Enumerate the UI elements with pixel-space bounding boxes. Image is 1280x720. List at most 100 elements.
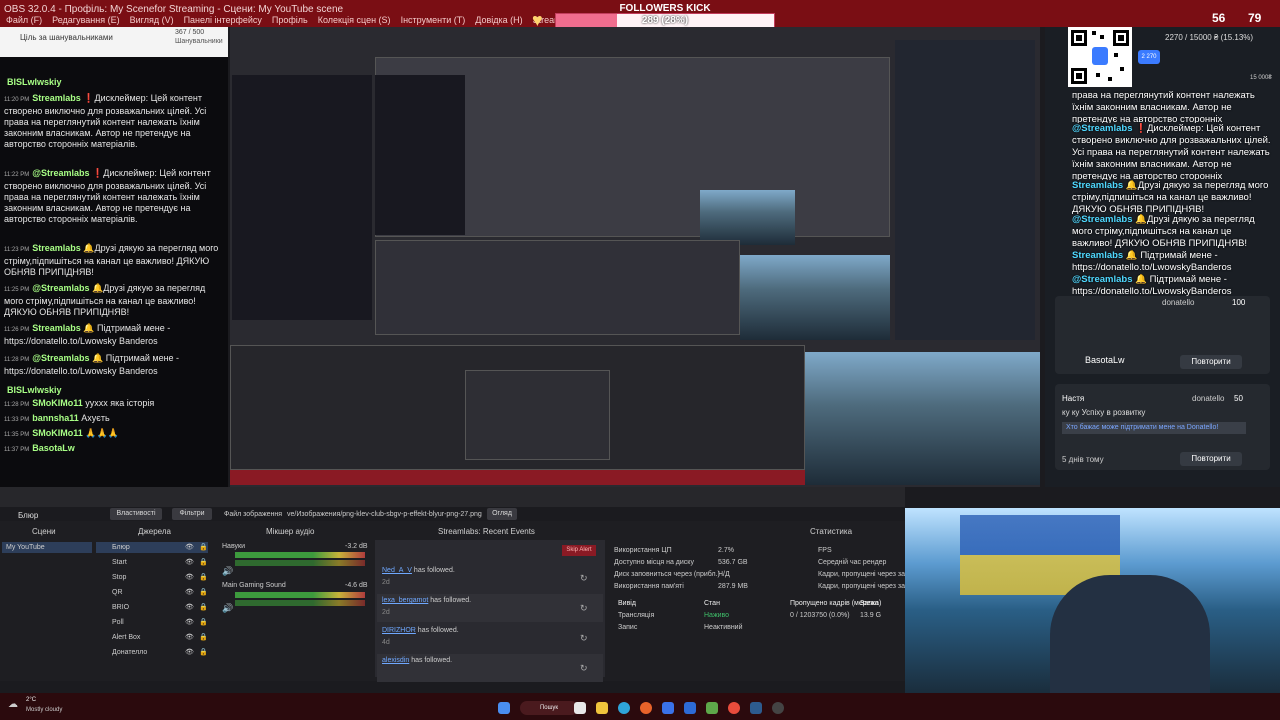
chat-username[interactable]: BasotaLw: [32, 443, 75, 453]
event-action: has followed.: [430, 597, 472, 604]
filters-button[interactable]: Фільтри: [172, 508, 212, 520]
webcam-person: [1050, 575, 1210, 693]
firefox-icon[interactable]: [640, 702, 652, 714]
lock-icon[interactable]: 🔒: [199, 633, 208, 641]
source-item[interactable]: Блюр: [112, 544, 130, 551]
viewer-count: 56: [1212, 11, 1226, 25]
obs-icon[interactable]: [772, 702, 784, 714]
event-username[interactable]: alexisdin: [382, 657, 409, 664]
replay-icon[interactable]: ↻: [580, 663, 588, 674]
source-item[interactable]: Alert Box: [112, 634, 140, 641]
browse-button[interactable]: Огляд: [487, 508, 517, 520]
event-username[interactable]: lexa_bergamot: [382, 597, 428, 604]
properties-button[interactable]: Властивості: [110, 508, 162, 520]
replay-icon[interactable]: ↻: [580, 633, 588, 644]
steam-icon[interactable]: [750, 702, 762, 714]
repeat-button-1[interactable]: Повторити: [1180, 355, 1242, 369]
source-item[interactable]: BRIO: [112, 604, 129, 611]
mixer-meter-2b: [235, 600, 365, 606]
chat-username[interactable]: Streamlabs: [32, 323, 81, 333]
chat-username[interactable]: SMoKIMo11: [32, 428, 83, 438]
menu-bar: Файл (F) Редагування (E) Вигляд (V) Панелі …: [0, 13, 578, 27]
replay-icon[interactable]: ↻: [580, 573, 588, 584]
lock-icon[interactable]: 🔒: [199, 588, 208, 596]
menu-item[interactable]: Колекція сцен (S): [318, 13, 391, 27]
menu-item[interactable]: Файл (F): [6, 13, 42, 27]
skip-alert-button[interactable]: Skip Alert: [562, 545, 596, 556]
chat-username[interactable]: bannsha11: [32, 413, 79, 423]
source-item[interactable]: Start: [112, 559, 127, 566]
chat-username[interactable]: SMoKIMo11: [32, 398, 83, 408]
chat-username[interactable]: Streamlabs: [32, 93, 81, 103]
chat-username[interactable]: @Streamlabs: [32, 168, 89, 178]
lock-icon[interactable]: 🔒: [199, 648, 208, 656]
donation-2-sub: Хто бажає може підтримати мене на Donate…: [1062, 422, 1246, 434]
sources-dock-title: Джерела: [138, 527, 171, 536]
scene-item[interactable]: My YouTube: [6, 544, 45, 551]
lock-icon[interactable]: 🔒: [199, 618, 208, 626]
source-item[interactable]: QR: [112, 589, 123, 596]
start-icon[interactable]: [498, 702, 510, 714]
chat-username[interactable]: @Streamlabs: [32, 283, 89, 293]
image-file-path[interactable]: ve/Изображения/png-klev-club-sbgv-p-effe…: [287, 511, 482, 518]
qr-code: [1068, 27, 1132, 87]
menu-item[interactable]: Інструменти (T): [401, 13, 466, 27]
edge-icon[interactable]: [618, 702, 630, 714]
repeat-button-2[interactable]: Повторити: [1180, 452, 1242, 466]
menu-item[interactable]: Редагування (E): [52, 13, 119, 27]
visibility-eye-icon[interactable]: 👁: [185, 558, 194, 566]
source-item[interactable]: Stop: [112, 574, 126, 581]
volume-icon[interactable]: 🔊: [222, 566, 233, 577]
event-username[interactable]: Ned_A_V: [382, 567, 412, 574]
visibility-eye-icon[interactable]: 👁: [185, 648, 194, 656]
chrome-icon[interactable]: [728, 702, 740, 714]
replay-icon[interactable]: ↻: [580, 603, 588, 614]
chat-username[interactable]: @Streamlabs: [32, 353, 89, 363]
chat-username[interactable]: Streamlabs: [1072, 250, 1123, 261]
lock-icon[interactable]: 🔒: [199, 603, 208, 611]
menu-item[interactable]: Вигляд (V): [130, 13, 174, 27]
chat-username[interactable]: Streamlabs: [1072, 180, 1123, 191]
lock-icon[interactable]: 🔒: [199, 543, 208, 551]
chat-message: Streamlabs 🔔Друзі дякую за перегляд мого…: [1072, 180, 1272, 214]
event-age: 2d: [382, 609, 390, 616]
donation-1-label: donatello: [1162, 298, 1195, 307]
source-item[interactable]: Poll: [112, 619, 124, 626]
volume-icon-2[interactable]: 🔊: [222, 603, 233, 614]
nested-obs: [375, 240, 740, 335]
lock-icon[interactable]: 🔒: [199, 573, 208, 581]
lock-icon[interactable]: 🔒: [199, 558, 208, 566]
app-icon-2[interactable]: [684, 702, 696, 714]
taskbar-search[interactable]: Пошук: [520, 701, 578, 715]
chat-time: 11:22 PM: [4, 172, 30, 178]
weather-icon[interactable]: ☁: [8, 699, 18, 710]
chat-username[interactable]: @Streamlabs: [1072, 123, 1132, 134]
chat-time: 11:25 PM: [4, 287, 30, 293]
chat-message: 11:25 PM @Streamlabs 🔔Друзі дякую за пере…: [4, 283, 224, 318]
visibility-eye-icon[interactable]: 👁: [185, 633, 194, 641]
app-icon-3[interactable]: [706, 702, 718, 714]
chat-username[interactable]: @Streamlabs: [1072, 274, 1132, 285]
menu-item[interactable]: Профіль: [272, 13, 308, 27]
nested-chat-2: [375, 75, 465, 235]
event-username[interactable]: DIRIZHOR: [382, 627, 416, 634]
visibility-eye-icon[interactable]: 👁: [185, 543, 194, 551]
stats-table-header: Стан: [704, 600, 720, 607]
chat-username[interactable]: @Streamlabs: [1072, 214, 1132, 225]
visibility-eye-icon[interactable]: 👁: [185, 618, 194, 626]
app-icon-1[interactable]: [662, 702, 674, 714]
explorer-icon[interactable]: [596, 702, 608, 714]
stats-table-cell: Трансляція: [618, 612, 655, 619]
source-item[interactable]: Донателло: [112, 649, 147, 656]
mixer-meter-1b: [235, 560, 365, 566]
chat-text: Ахуєть: [81, 413, 110, 423]
menu-item[interactable]: Панелі інтерфейсу: [184, 13, 262, 27]
menu-item[interactable]: Довідка (H): [475, 13, 522, 27]
task-view-icon[interactable]: [574, 702, 586, 714]
chat-username[interactable]: BISLwlwskiy: [7, 77, 62, 87]
visibility-eye-icon[interactable]: 👁: [185, 588, 194, 596]
chat-username[interactable]: Streamlabs: [32, 243, 81, 253]
visibility-eye-icon[interactable]: 👁: [185, 603, 194, 611]
visibility-eye-icon[interactable]: 👁: [185, 573, 194, 581]
chat-username[interactable]: BISLwlwskiy: [7, 385, 62, 395]
